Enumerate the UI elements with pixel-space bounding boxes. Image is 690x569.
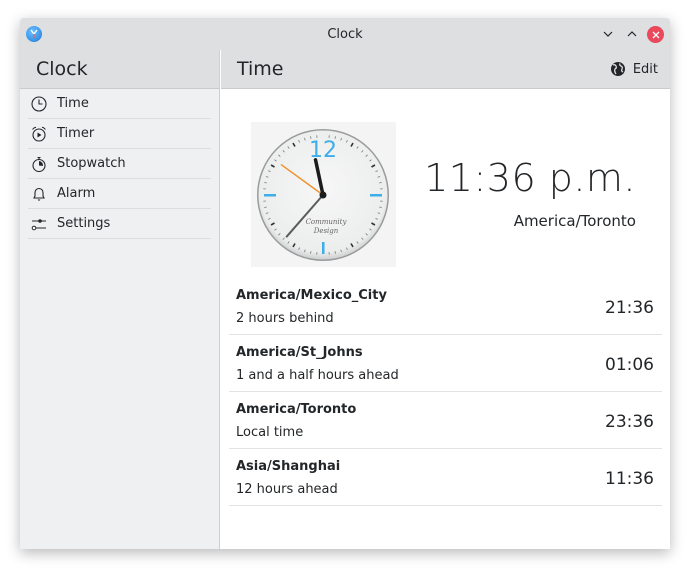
minimize-button[interactable] <box>600 26 616 42</box>
close-icon <box>652 31 659 38</box>
timezone-time: 21:36 <box>605 298 654 318</box>
six-marker <box>322 242 325 254</box>
twelve-numeral: 12 <box>309 138 337 163</box>
stopwatch-icon <box>30 155 48 173</box>
clock-tick <box>334 251 336 254</box>
page-title: Time <box>237 58 284 80</box>
timezone-name: America/Mexico_City <box>236 288 387 303</box>
sidebar-nav: Time Timer Stopwatch Alarm Settings <box>20 89 219 239</box>
timezone-row[interactable]: America/Mexico_City 2 hours behind 21:36 <box>229 278 662 335</box>
sidebar-item-time[interactable]: Time <box>28 89 211 119</box>
sidebar-item-timer[interactable]: Timer <box>28 119 211 149</box>
clock-icon <box>30 95 48 113</box>
timezone-row[interactable]: America/St_Johns 1 and a half hours ahea… <box>229 335 662 392</box>
edit-label: Edit <box>632 61 658 77</box>
sidebar-header: Clock <box>20 50 219 89</box>
sidebar-item-label: Alarm <box>57 186 96 201</box>
clock-center <box>319 191 327 199</box>
clock-tick <box>379 182 382 184</box>
timezone-time: 11:36 <box>605 469 654 489</box>
main-panel: Time Edit 12 Community Design 11:36 p.m.… <box>221 50 670 549</box>
close-button[interactable] <box>647 26 664 43</box>
timezone-name: Asia/Shanghai <box>236 459 341 474</box>
sidebar-item-stopwatch[interactable]: Stopwatch <box>28 149 211 179</box>
clock-window: Clock Clock Time Timer Stopwatch Alarm S… <box>20 18 670 549</box>
timezone-list: America/Mexico_City 2 hours behind 21:36… <box>229 278 662 506</box>
timezone-row[interactable]: Asia/Shanghai 12 hours ahead 11:36 <box>229 449 662 506</box>
analog-clock: 12 Community Design <box>251 122 396 267</box>
window-title: Clock <box>327 26 363 42</box>
main-header: Time Edit <box>221 50 670 89</box>
clock-tick <box>264 182 267 184</box>
app-icon[interactable] <box>26 26 42 42</box>
timezone-diff: Local time <box>236 425 304 440</box>
clock-tick <box>379 206 382 208</box>
sidebar-item-label: Timer <box>57 126 95 141</box>
sidebar-item-label: Time <box>57 96 89 111</box>
nine-marker <box>264 194 276 197</box>
maximize-button[interactable] <box>624 26 640 42</box>
sidebar: Clock Time Timer Stopwatch Alarm Setting… <box>20 50 220 549</box>
timezone-diff: 1 and a half hours ahead <box>236 368 399 383</box>
clock-tick <box>264 206 267 208</box>
settings-sliders-icon <box>30 215 48 233</box>
sidebar-item-label: Stopwatch <box>57 156 126 171</box>
three-marker <box>370 194 382 197</box>
sidebar-item-alarm[interactable]: Alarm <box>28 179 211 209</box>
timer-icon <box>30 125 48 143</box>
brand-line-2: Design <box>313 227 339 235</box>
timezone-name: America/Toronto <box>236 402 357 417</box>
timezone-time: 23:36 <box>605 412 654 432</box>
timezone-row[interactable]: America/Toronto Local time 23:36 <box>229 392 662 449</box>
chevron-down-icon <box>603 31 613 37</box>
titlebar[interactable]: Clock <box>20 18 670 50</box>
clock-tick <box>310 251 312 254</box>
timezone-name: America/St_Johns <box>236 345 363 360</box>
timezone-time: 01:06 <box>605 355 654 375</box>
digital-time: 11:36 p.m. <box>424 156 636 200</box>
bell-icon <box>30 185 48 203</box>
sidebar-title: Clock <box>36 58 88 80</box>
sidebar-item-settings[interactable]: Settings <box>28 209 211 239</box>
globe-icon <box>610 62 625 76</box>
local-timezone: America/Toronto <box>513 212 636 230</box>
edit-button[interactable]: Edit <box>610 59 658 79</box>
brand-line-1: Community <box>306 218 348 226</box>
chevron-up-icon <box>627 31 637 37</box>
timezone-diff: 2 hours behind <box>236 311 334 326</box>
timezone-diff: 12 hours ahead <box>236 482 338 497</box>
sidebar-item-label: Settings <box>57 216 111 231</box>
